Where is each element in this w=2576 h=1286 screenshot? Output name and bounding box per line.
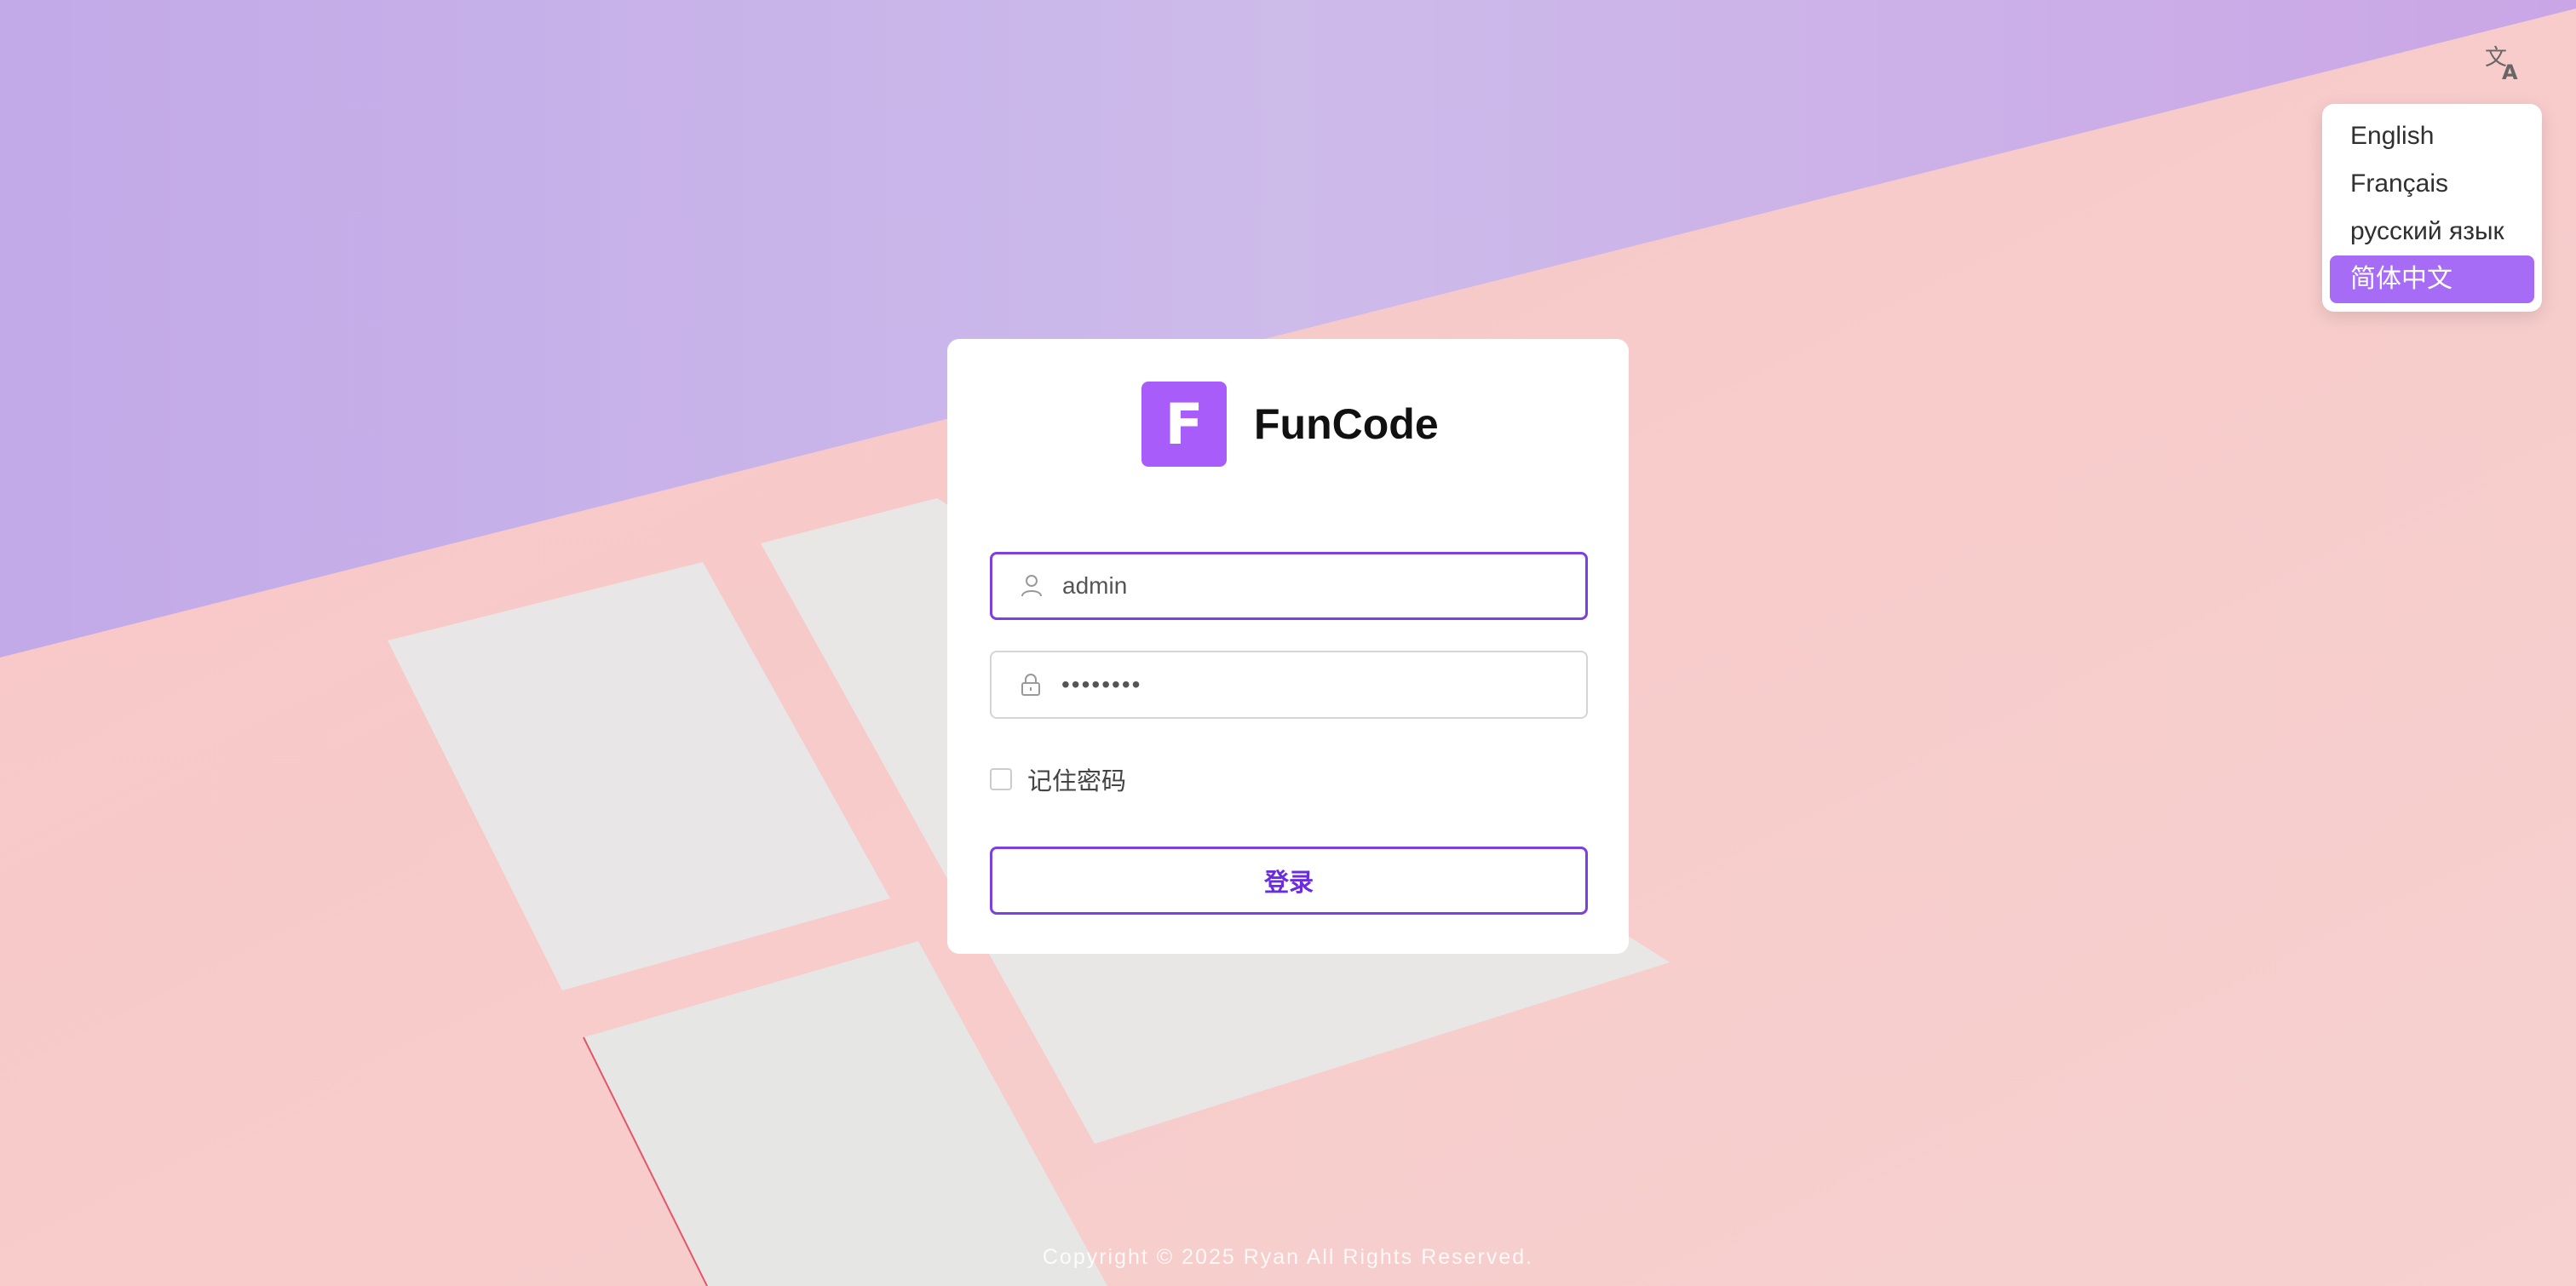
translate-icon: 文 A (2483, 43, 2522, 86)
user-icon (1018, 572, 1045, 600)
language-switch-button[interactable]: 文 A (2481, 43, 2525, 85)
language-option-russian[interactable]: русский язык (2330, 208, 2534, 255)
password-input[interactable] (1060, 670, 1574, 699)
remember-password-option[interactable]: 记住密码 (990, 761, 1126, 797)
login-button[interactable]: 登录 (990, 847, 1588, 915)
password-field[interactable] (990, 651, 1588, 719)
brand-header: F FunCode (1141, 382, 1439, 467)
app-name: FunCode (1254, 400, 1439, 448)
language-dropdown-menu: English Français русский язык 简体中文 (2322, 104, 2542, 312)
remember-password-checkbox[interactable] (990, 768, 1012, 790)
app-logo: F (1141, 382, 1227, 467)
language-option-french[interactable]: Français (2330, 160, 2534, 208)
login-card: F FunCode 记住密码 登录 (947, 339, 1629, 954)
svg-text:A: A (2502, 60, 2518, 82)
language-option-chinese[interactable]: 简体中文 (2330, 255, 2534, 303)
remember-password-label: 记住密码 (1027, 768, 1127, 795)
language-option-english[interactable]: English (2330, 112, 2534, 160)
username-field[interactable] (990, 552, 1588, 620)
lock-icon (1017, 671, 1044, 698)
username-input[interactable] (1061, 571, 1575, 600)
copyright-footer: Copyright © 2025 Ryan All Rights Reserve… (1042, 1245, 1534, 1269)
